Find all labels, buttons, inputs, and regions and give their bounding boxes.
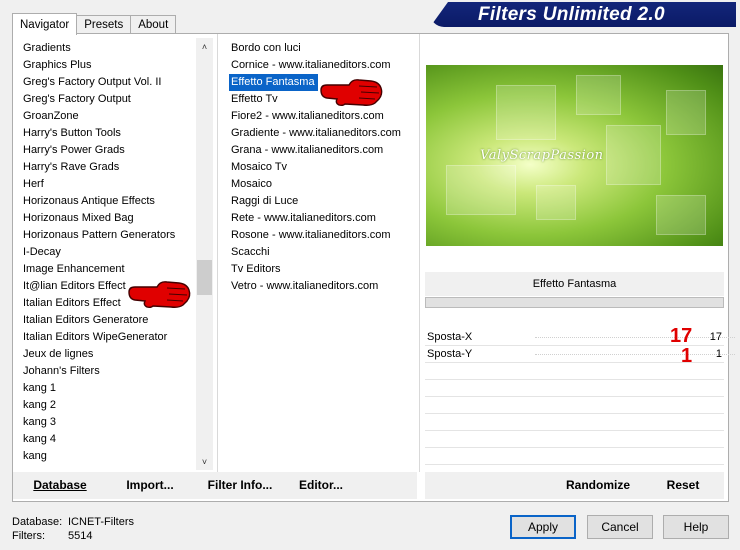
category-item[interactable]: Horizonaus Pattern Generators: [21, 227, 193, 244]
category-item[interactable]: Graphics Plus: [21, 57, 193, 74]
category-item[interactable]: Horizonaus Mixed Bag: [21, 210, 193, 227]
status-filters-value: 5514: [68, 530, 93, 542]
randomize-button[interactable]: Randomize: [555, 472, 641, 499]
editor-button[interactable]: Editor...: [291, 472, 351, 499]
filter-item[interactable]: Mosaico: [229, 176, 415, 193]
pane-divider: [217, 34, 218, 472]
category-item[interactable]: Greg's Factory Output: [21, 91, 193, 108]
database-button[interactable]: Database: [23, 472, 97, 499]
status-database-value: ICNET-Filters: [68, 516, 134, 528]
right-button-bar: Randomize Reset: [425, 472, 724, 499]
scroll-thumb[interactable]: [197, 260, 212, 295]
param-row-empty: [425, 397, 724, 414]
filter-item[interactable]: Gradiente - www.italianeditors.com: [229, 125, 415, 142]
category-item[interactable]: kang 3: [21, 414, 193, 431]
status-filters-label: Filters:: [12, 530, 45, 542]
category-item[interactable]: Jeux de lignes: [21, 346, 193, 363]
category-scrollbar[interactable]: ˄ ˅: [196, 38, 213, 470]
category-item[interactable]: Horizonaus Antique Effects: [21, 193, 193, 210]
category-item[interactable]: kang 2: [21, 397, 193, 414]
reset-button[interactable]: Reset: [655, 472, 711, 499]
scroll-up-icon[interactable]: ˄: [196, 38, 213, 55]
category-item[interactable]: Image Enhancement: [21, 261, 193, 278]
param-slider-track[interactable]: [535, 354, 735, 355]
param-value: 1: [715, 348, 722, 360]
cancel-button[interactable]: Cancel: [587, 515, 653, 539]
category-item[interactable]: Gradients: [21, 40, 193, 57]
param-label: Sposta-X: [427, 331, 473, 343]
param-value: 17: [709, 331, 722, 343]
filter-info-button[interactable]: Filter Info...: [195, 472, 285, 499]
selected-filter-title: Effetto Fantasma: [425, 272, 724, 296]
tab-about[interactable]: About: [130, 15, 177, 34]
param-slider-track[interactable]: [535, 337, 735, 338]
filter-item[interactable]: Mosaico Tv: [229, 159, 415, 176]
apply-button[interactable]: Apply: [510, 515, 576, 539]
tab-bar: Navigator Presets About: [12, 12, 177, 35]
category-item[interactable]: I-Decay: [21, 244, 193, 261]
param-row-empty: [425, 363, 724, 380]
category-item[interactable]: Herf: [21, 176, 193, 193]
filter-item[interactable]: Cornice - www.italianeditors.com: [229, 57, 415, 74]
status-filters: Filters: 5514: [12, 530, 92, 542]
category-item[interactable]: kang 1: [21, 380, 193, 397]
tab-presets[interactable]: Presets: [76, 15, 132, 34]
filter-item[interactable]: Vetro - www.italianeditors.com: [229, 278, 415, 295]
filter-item[interactable]: Bordo con luci: [229, 40, 415, 57]
filter-item[interactable]: Scacchi: [229, 244, 415, 261]
filter-progress-bar: [425, 297, 724, 308]
category-item[interactable]: GroanZone: [21, 108, 193, 125]
pane-divider: [419, 34, 420, 472]
category-item[interactable]: Italian Editors WipeGenerator: [21, 329, 193, 346]
category-list[interactable]: Gradients Graphics Plus Greg's Factory Out…: [21, 40, 193, 465]
pointing-hand-icon: [127, 278, 193, 310]
preview-watermark: ValyScrapPassion: [480, 148, 604, 163]
param-annotation-y: 1: [681, 345, 693, 367]
param-row-empty: [425, 448, 724, 465]
help-button[interactable]: Help: [663, 515, 729, 539]
category-item[interactable]: Harry's Rave Grads: [21, 159, 193, 176]
tab-navigator[interactable]: Navigator: [12, 13, 78, 35]
filter-item[interactable]: Fiore2 - www.italianeditors.com: [229, 108, 415, 125]
category-item[interactable]: Greg's Factory Output Vol. II: [21, 74, 193, 91]
filter-item[interactable]: Tv Editors: [229, 261, 415, 278]
param-row-empty: [425, 380, 724, 397]
category-item[interactable]: Italian Editors Generatore: [21, 312, 193, 329]
param-row-empty: [425, 414, 724, 431]
param-row-empty: [425, 431, 724, 448]
filter-item[interactable]: Rete - www.italianeditors.com: [229, 210, 415, 227]
category-item[interactable]: kang: [21, 448, 193, 465]
status-database-label: Database:: [12, 516, 63, 528]
filter-item[interactable]: Rosone - www.italianeditors.com: [229, 227, 415, 244]
category-item[interactable]: Harry's Button Tools: [21, 125, 193, 142]
scroll-down-icon[interactable]: ˅: [196, 453, 213, 470]
app-title-banner: Filters Unlimited 2.0: [430, 2, 736, 27]
filter-item[interactable]: Grana - www.italianeditors.com: [229, 142, 415, 159]
import-button[interactable]: Import...: [113, 472, 187, 499]
status-database: Database: ICNET-Filters: [12, 516, 134, 528]
filter-item[interactable]: Raggi di Luce: [229, 193, 415, 210]
filter-item[interactable]: Effetto Fantasma: [229, 74, 318, 91]
category-item[interactable]: Johann's Filters: [21, 363, 193, 380]
param-row-sposta-y[interactable]: Sposta-Y 1: [425, 346, 735, 363]
category-item[interactable]: Harry's Power Grads: [21, 142, 193, 159]
left-button-bar: Database Import... Filter Info... Editor…: [13, 472, 417, 499]
pointing-hand-icon: [319, 76, 385, 108]
category-item[interactable]: kang 4: [21, 431, 193, 448]
param-label: Sposta-Y: [427, 348, 473, 360]
